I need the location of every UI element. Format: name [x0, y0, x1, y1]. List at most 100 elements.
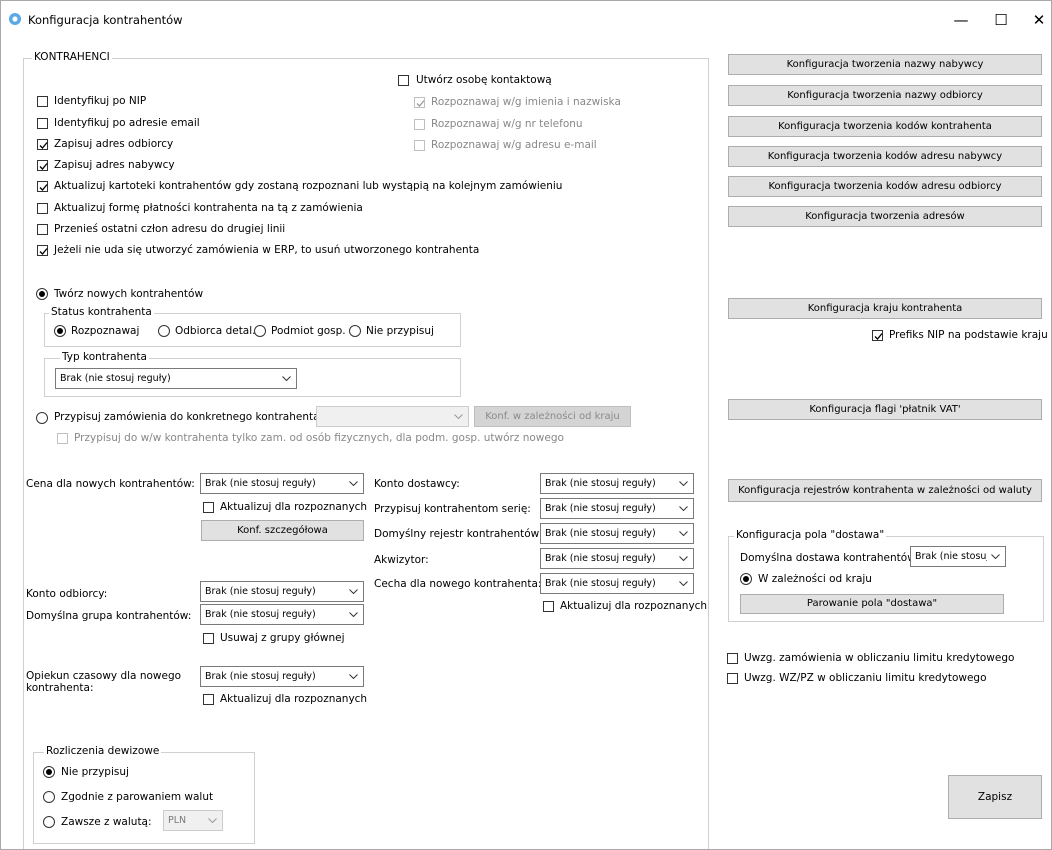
- typ-kontrahenta-value: Brak (nie stosuj reguły): [60, 373, 171, 384]
- opiekun-aktualizuj-checkbox[interactable]: [203, 694, 214, 705]
- check-mark-icon: [39, 163, 48, 170]
- seria-select[interactable]: Brak (nie stosuj reguły): [540, 498, 694, 519]
- limit-wzpz-checkbox[interactable]: [727, 673, 738, 684]
- cecha-value: Brak (nie stosuj reguły): [545, 578, 656, 589]
- utworz-osobe-label: Utwórz osobę kontaktową: [416, 74, 552, 86]
- title-bar: Konfiguracja kontrahentów — ☐ ✕: [1, 1, 1051, 39]
- check-mark-icon: [39, 248, 48, 255]
- status-nie-przypisuj-radio[interactable]: [349, 325, 361, 337]
- kontrahenci-group-title: KONTRAHENCI: [32, 51, 112, 63]
- rozpoznawaj-imie-label: Rozpoznawaj w/g imienia i nazwiska: [431, 96, 621, 108]
- konto-dostawcy-value: Brak (nie stosuj reguły): [545, 478, 656, 489]
- chevron-down-icon: [349, 589, 358, 594]
- rejestry-waluty-button[interactable]: Konfiguracja rejestrów kontrahenta w zal…: [728, 479, 1042, 502]
- prefiks-nip-checkbox[interactable]: [872, 330, 883, 341]
- przypisuj-kontrahent-select[interactable]: [316, 406, 469, 427]
- rozpoznawaj-telefon-checkbox[interactable]: [414, 119, 425, 130]
- radio-dot: [57, 328, 63, 334]
- opiekun-label-line2: kontrahenta:: [26, 682, 94, 694]
- dostawa-value: Brak (nie stosuj re: [915, 551, 987, 562]
- rozpoznawaj-email-checkbox[interactable]: [414, 140, 425, 151]
- tworzenie-adresow-button[interactable]: Konfiguracja tworzenia adresów: [728, 206, 1042, 227]
- parowanie-walut-label: Zgodnie z parowaniem walut: [61, 791, 214, 803]
- grupa-label: Domyślna grupa kontrahentów:: [26, 610, 192, 622]
- zapisuj-nabywcy-checkbox[interactable]: [37, 160, 48, 171]
- parowanie-walut-radio[interactable]: [43, 791, 55, 803]
- chevron-down-icon: [282, 376, 291, 381]
- limit-zamowienia-checkbox[interactable]: [727, 653, 738, 664]
- chevron-down-icon: [679, 481, 688, 486]
- status-rozpoznawaj-label: Rozpoznawaj: [71, 325, 140, 337]
- usuwaj-grupy-label: Usuwaj z grupy głównej: [220, 632, 345, 644]
- kody-adresu-odbiorcy-button[interactable]: Konfiguracja tworzenia kodów adresu odbi…: [728, 176, 1042, 197]
- nie-przypisuj-radio[interactable]: [43, 766, 55, 778]
- dewizowe-group-title: Rozliczenia dewizowe: [44, 745, 162, 757]
- dostawa-kraj-radio[interactable]: [740, 573, 752, 585]
- identyfikuj-email-checkbox[interactable]: [37, 118, 48, 129]
- kody-adresu-nabywcy-button[interactable]: Konfiguracja tworzenia kodów adresu naby…: [728, 146, 1042, 167]
- radio-dot: [743, 576, 749, 582]
- zapisuj-nabywcy-label: Zapisuj adres nabywcy: [54, 159, 175, 171]
- radio-dot: [39, 291, 45, 297]
- cena-aktualizuj-checkbox[interactable]: [203, 502, 214, 513]
- opiekun-label-line1: Opiekun czasowy dla nowego: [26, 670, 182, 682]
- cena-select[interactable]: Brak (nie stosuj reguły): [200, 473, 364, 494]
- przenies-czlon-checkbox[interactable]: [37, 224, 48, 235]
- kody-kontrahenta-button[interactable]: Konfiguracja tworzenia kodów kontrahenta: [728, 116, 1042, 137]
- cena-value: Brak (nie stosuj reguły): [205, 478, 316, 489]
- aktualizuj-forme-checkbox[interactable]: [37, 203, 48, 214]
- waluta-select[interactable]: PLN: [163, 810, 223, 831]
- identyfikuj-nip-checkbox[interactable]: [37, 96, 48, 107]
- flaga-platnik-vat-button[interactable]: Konfiguracja flagi 'płatnik VAT': [728, 399, 1042, 420]
- parowanie-dostawa-button[interactable]: Parowanie pola "dostawa": [740, 594, 1004, 614]
- status-rozpoznawaj-radio[interactable]: [54, 325, 66, 337]
- kraj-kontrahenta-button[interactable]: Konfiguracja kraju kontrahenta: [728, 298, 1042, 319]
- save-button[interactable]: Zapisz: [948, 775, 1042, 819]
- kontrahenci-group: [23, 58, 709, 849]
- utworz-osobe-checkbox[interactable]: [398, 75, 409, 86]
- check-mark-icon: [39, 184, 48, 191]
- nazwa-odbiorcy-button[interactable]: Konfiguracja tworzenia nazwy odbiorcy: [728, 85, 1042, 106]
- opiekun-aktualizuj-label: Aktualizuj dla rozpoznanych: [220, 693, 368, 705]
- cecha-aktualizuj-checkbox[interactable]: [543, 601, 554, 612]
- usun-kontrahenta-checkbox[interactable]: [37, 245, 48, 256]
- typ-kontrahenta-select[interactable]: Brak (nie stosuj reguły): [55, 368, 297, 389]
- cecha-aktualizuj-label: Aktualizuj dla rozpoznanych: [560, 600, 708, 612]
- dostawa-select[interactable]: Brak (nie stosuj re: [910, 546, 1006, 567]
- status-odbiorca-radio[interactable]: [158, 325, 170, 337]
- akwizytor-select[interactable]: Brak (nie stosuj reguły): [540, 548, 694, 569]
- cecha-select[interactable]: Brak (nie stosuj reguły): [540, 573, 694, 594]
- nazwa-nabywcy-button[interactable]: Konfiguracja tworzenia nazwy nabywcy: [728, 54, 1042, 75]
- tworz-nowych-radio[interactable]: [36, 288, 48, 300]
- konto-odbiorcy-select[interactable]: Brak (nie stosuj reguły): [200, 581, 364, 602]
- chevron-down-icon: [679, 506, 688, 511]
- rozpoznawaj-email-label: Rozpoznawaj w/g adresu e-mail: [431, 139, 597, 151]
- maximize-button[interactable]: ☐: [981, 6, 1021, 34]
- zawsze-waluta-radio[interactable]: [43, 816, 55, 828]
- zawsze-waluta-label: Zawsze z walutą:: [61, 816, 152, 828]
- grupa-select[interactable]: Brak (nie stosuj reguły): [200, 604, 364, 625]
- rozpoznawaj-telefon-label: Rozpoznawaj w/g nr telefonu: [431, 118, 583, 130]
- akwizytor-label: Akwizytor:: [374, 554, 429, 566]
- status-podmiot-radio[interactable]: [254, 325, 266, 337]
- konf-zaleznosci-kraju-button[interactable]: Konf. w zależności od kraju: [474, 406, 631, 427]
- aktualizuj-kartoteki-checkbox[interactable]: [37, 181, 48, 192]
- zapisuj-odbiorcy-checkbox[interactable]: [37, 139, 48, 150]
- gear-app-icon: [9, 13, 21, 25]
- chevron-down-icon: [349, 612, 358, 617]
- przypisuj-radio[interactable]: [36, 412, 48, 424]
- seria-value: Brak (nie stosuj reguły): [545, 503, 656, 514]
- usun-kontrahenta-label: Jeżeli nie uda się utworzyć zamówienia w…: [54, 244, 480, 256]
- opiekun-select[interactable]: Brak (nie stosuj reguły): [200, 666, 364, 687]
- konto-dostawcy-select[interactable]: Brak (nie stosuj reguły): [540, 473, 694, 494]
- window-title: Konfiguracja kontrahentów: [28, 13, 183, 27]
- dostawa-kraj-label: W zależności od kraju: [758, 573, 872, 585]
- przypisuj-fizyczne-checkbox[interactable]: [57, 433, 68, 444]
- konf-szczegolowa-button[interactable]: Konf. szczegółowa: [201, 520, 364, 541]
- usuwaj-grupy-checkbox[interactable]: [203, 633, 214, 644]
- chevron-down-icon: [679, 581, 688, 586]
- minimize-button[interactable]: —: [941, 6, 981, 34]
- rejestr-select[interactable]: Brak (nie stosuj reguły): [540, 523, 694, 544]
- rozpoznawaj-imie-checkbox[interactable]: [414, 97, 425, 108]
- close-button[interactable]: ✕: [1019, 6, 1052, 34]
